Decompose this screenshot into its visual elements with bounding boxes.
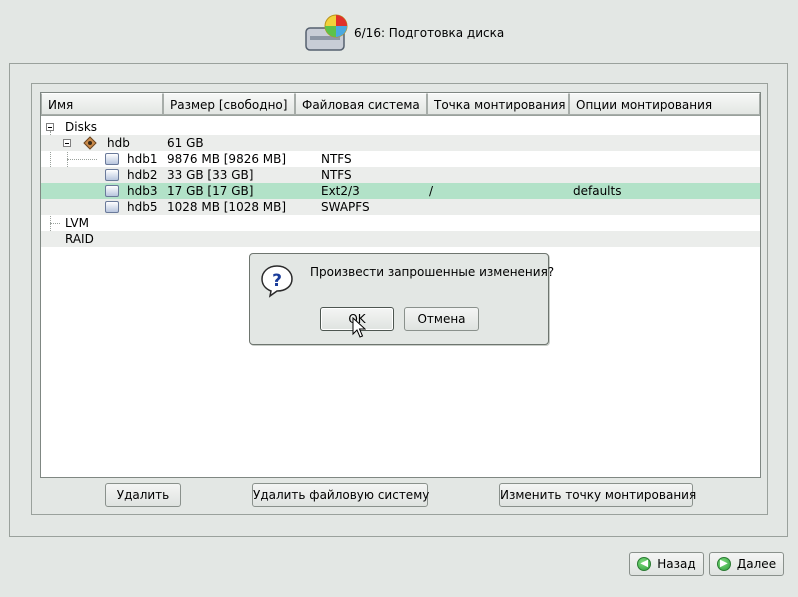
column-header-mount-options[interactable]: Опции монтирования [569,93,760,115]
row-name: hdb5 [127,200,158,214]
disk-partition-icon [305,14,348,51]
delete-button[interactable]: Удалить [105,483,181,507]
row-filesystem: SWAPFS [321,200,370,214]
table-row-raid[interactable]: RAID [41,231,760,247]
partition-icon [105,185,119,197]
row-filesystem: NTFS [321,168,352,182]
table-row-hdb[interactable]: hdb 61 GB [41,135,760,151]
table-row-lvm[interactable]: LVM [41,215,760,231]
partition-icon [105,201,119,213]
row-name: hdb3 [127,184,158,198]
row-mountpoint: / [429,184,434,198]
column-header-filesystem[interactable]: Файловая система [295,93,427,115]
row-size: 33 GB [33 GB] [167,168,254,182]
next-button[interactable]: ▶ Далее [709,552,784,576]
partition-icon [105,153,119,165]
arrow-left-icon: ◀ [637,557,652,571]
hard-disk-icon [83,136,97,150]
table-row-hdb1[interactable]: hdb1 9876 MB [9826 MB] NTFS [41,151,760,167]
next-button-label: Далее [736,557,777,571]
column-header-mountpoint[interactable]: Точка монтирования [427,93,569,115]
collapse-icon[interactable] [46,123,54,131]
row-name: hdb2 [127,168,158,182]
row-size: 61 GB [167,136,204,150]
table-row-hdb3[interactable]: hdb3 17 GB [17 GB] Ext2/3 / defaults [41,183,760,199]
row-size: 17 GB [17 GB] [167,184,254,198]
back-button-label: Назад [657,557,696,571]
row-mount-options: defaults [573,184,622,198]
change-mountpoint-button[interactable]: Изменить точку монтирования [499,483,696,507]
partition-icon [105,169,119,181]
arrow-right-icon: ▶ [716,557,731,571]
table-row-disks[interactable]: Disks [41,119,760,135]
row-name: Disks [65,120,98,134]
row-filesystem: Ext2/3 [321,184,360,198]
table-row-hdb5[interactable]: hdb5 1028 MB [1028 MB] SWAPFS [41,199,760,215]
row-name: hdb1 [127,152,158,166]
question-icon: ? [261,265,293,298]
delete-filesystem-button[interactable]: Удалить файловую систему [252,483,429,507]
row-name: hdb [107,136,130,150]
row-size: 9876 MB [9826 MB] [167,152,287,166]
row-filesystem: NTFS [321,152,352,166]
row-size: 1028 MB [1028 MB] [167,200,287,214]
collapse-icon[interactable] [63,139,71,147]
confirm-dialog: ? Произвести запрошенные изменения? OK О… [249,253,554,345]
column-header-size[interactable]: Размер [свободно] [163,93,295,115]
back-button[interactable]: ◀ Назад [629,552,704,576]
column-header-name[interactable]: Имя [41,93,163,115]
cancel-button[interactable]: Отмена [404,307,479,331]
svg-text:?: ? [272,271,282,291]
mouse-cursor-icon [352,317,366,338]
row-name: RAID [65,232,94,246]
table-row-hdb2[interactable]: hdb2 33 GB [33 GB] NTFS [41,167,760,183]
table-header: Имя Размер [свободно] Файловая система Т… [41,93,760,116]
row-name: LVM [65,216,89,230]
wizard-step-title: 6/16: Подготовка диска [354,26,505,40]
dialog-message: Произвести запрошенные изменения? [310,265,555,279]
